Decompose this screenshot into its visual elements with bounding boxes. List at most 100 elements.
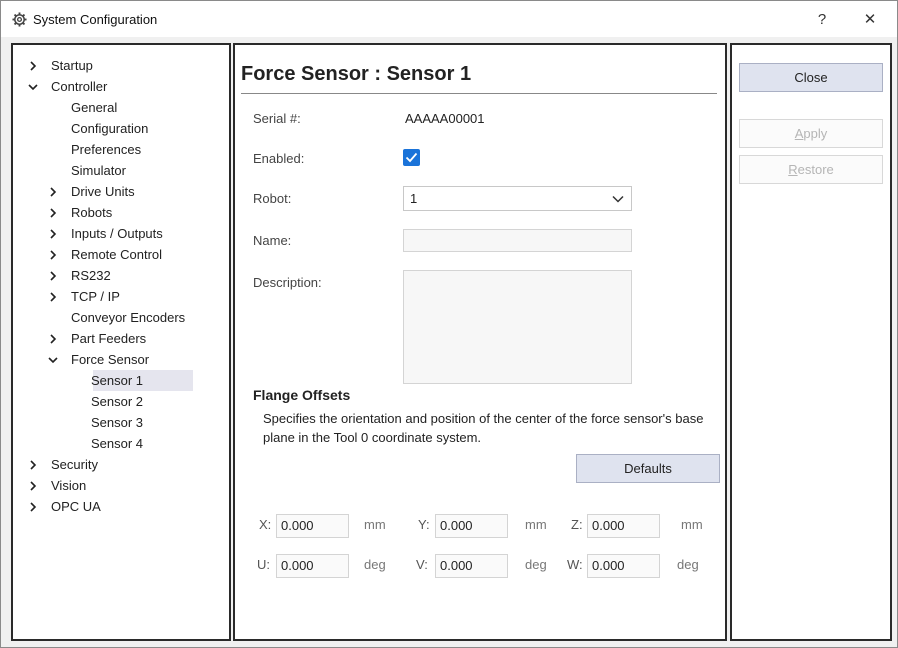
flange-offsets-title: Flange Offsets — [253, 387, 351, 403]
tree-item-remote-control[interactable]: Remote Control — [13, 244, 229, 265]
tree-item-label: Simulator — [71, 163, 126, 178]
chevron-right-icon[interactable] — [47, 328, 59, 349]
defaults-button[interactable]: Defaults — [576, 454, 720, 483]
tree-item-vision[interactable]: Vision — [13, 475, 229, 496]
tree-item-label: TCP / IP — [71, 289, 120, 304]
tree-item-label: Sensor 1 — [91, 373, 144, 388]
y-unit: mm — [525, 517, 547, 532]
robot-label: Robot: — [253, 191, 292, 206]
y-offset-input[interactable]: 0.000 — [435, 514, 508, 538]
tree-item-tcp-ip[interactable]: TCP / IP — [13, 286, 229, 307]
name-field[interactable] — [403, 229, 632, 252]
page-title: Force Sensor : Sensor 1 — [241, 63, 472, 85]
tree-item-label: RS232 — [71, 268, 111, 283]
apply-button-label: Apply — [794, 126, 828, 141]
description-label: Description: — [253, 275, 322, 290]
close-button[interactable]: Close — [739, 63, 883, 92]
chevron-right-icon[interactable] — [47, 244, 59, 265]
tree-item-startup[interactable]: Startup — [13, 55, 229, 76]
robot-select[interactable]: 1 — [403, 186, 632, 211]
y-label: Y: — [418, 517, 430, 532]
v-offset-input[interactable]: 0.000 — [435, 554, 508, 578]
name-label: Name: — [253, 233, 292, 248]
title-bar: System Configuration ? ✕ — [1, 1, 897, 37]
z-label: Z: — [571, 517, 583, 532]
checkmark-icon — [405, 152, 418, 163]
tree-item-sensor-4[interactable]: Sensor 4 — [13, 433, 229, 454]
enabled-checkbox[interactable] — [403, 149, 420, 166]
navigation-tree: Startup Controller General Configuration Pre… — [13, 55, 229, 517]
description-field[interactable] — [403, 270, 632, 384]
enabled-label: Enabled: — [253, 151, 305, 166]
tree-item-label: Remote Control — [71, 247, 163, 262]
chevron-right-icon[interactable] — [47, 223, 59, 244]
tree-item-label: Force Sensor — [71, 352, 150, 367]
tree-item-inputs-outputs[interactable]: Inputs / Outputs — [13, 223, 229, 244]
tree-item-label: General — [71, 100, 118, 115]
title-divider — [241, 93, 717, 94]
tree-item-simulator[interactable]: Simulator — [13, 160, 229, 181]
gear-icon — [11, 11, 27, 27]
chevron-right-icon[interactable] — [47, 286, 59, 307]
settings-pane: Force Sensor : Sensor 1 Serial #: AAAAA0… — [233, 43, 727, 641]
v-label: V: — [416, 557, 428, 572]
tree-item-sensor-2[interactable]: Sensor 2 — [13, 391, 229, 412]
x-unit: mm — [364, 517, 386, 532]
tree-item-label: Security — [51, 457, 98, 472]
chevron-down-icon[interactable] — [27, 76, 39, 97]
tree-item-part-feeders[interactable]: Part Feeders — [13, 328, 229, 349]
tree-item-drive-units[interactable]: Drive Units — [13, 181, 229, 202]
tree-item-label: Sensor 3 — [91, 415, 144, 430]
tree-item-sensor-3[interactable]: Sensor 3 — [13, 412, 229, 433]
u-offset-input[interactable]: 0.000 — [276, 554, 349, 578]
restore-button-label: Restore — [788, 162, 834, 177]
restore-button[interactable]: Restore — [739, 155, 883, 184]
chevron-down-icon — [612, 195, 624, 203]
tree-item-label: Sensor 2 — [91, 394, 144, 409]
v-unit: deg — [525, 557, 547, 572]
tree-item-rs232[interactable]: RS232 — [13, 265, 229, 286]
w-label: W: — [567, 557, 583, 572]
chevron-right-icon[interactable] — [47, 202, 59, 223]
u-unit: deg — [364, 557, 386, 572]
chevron-right-icon[interactable] — [27, 55, 39, 76]
tree-item-opc-ua[interactable]: OPC UA — [13, 496, 229, 517]
x-label: X: — [259, 517, 272, 532]
serial-value: AAAAA00001 — [405, 111, 485, 126]
chevron-right-icon[interactable] — [27, 496, 39, 517]
tree-item-label: Drive Units — [71, 184, 135, 199]
tree-item-general[interactable]: General — [13, 97, 229, 118]
window-title: System Configuration — [33, 11, 158, 27]
tree-item-controller[interactable]: Controller — [13, 76, 229, 97]
tree-item-label: OPC UA — [51, 499, 101, 514]
offsets-row-uvw: U: 0.000 deg V: 0.000 deg W: 0.000 deg — [235, 554, 725, 578]
tree-item-label: Vision — [51, 478, 87, 493]
x-offset-input[interactable]: 0.000 — [276, 514, 349, 538]
robot-select-value: 1 — [410, 191, 418, 206]
tree-item-conveyor-encoders[interactable]: Conveyor Encoders — [13, 307, 229, 328]
chevron-right-icon[interactable] — [47, 181, 59, 202]
tree-item-label: Sensor 4 — [91, 436, 144, 451]
w-offset-input[interactable]: 0.000 — [587, 554, 660, 578]
tree-item-configuration[interactable]: Configuration — [13, 118, 229, 139]
tree-item-preferences[interactable]: Preferences — [13, 139, 229, 160]
u-label: U: — [257, 557, 270, 572]
tree-item-label: Inputs / Outputs — [71, 226, 163, 241]
tree-item-label: Part Feeders — [71, 331, 147, 346]
navigation-tree-pane: Startup Controller General Configuration Pre… — [11, 43, 231, 641]
tree-item-security[interactable]: Security — [13, 454, 229, 475]
tree-item-robots[interactable]: Robots — [13, 202, 229, 223]
offsets-row-xyz: X: 0.000 mm Y: 0.000 mm Z: 0.000 mm — [235, 514, 725, 538]
tree-item-label: Controller — [51, 79, 108, 94]
chevron-right-icon[interactable] — [47, 265, 59, 286]
z-offset-input[interactable]: 0.000 — [587, 514, 660, 538]
help-button[interactable]: ? — [799, 1, 845, 37]
chevron-down-icon[interactable] — [47, 349, 59, 370]
w-unit: deg — [677, 557, 699, 572]
tree-item-force-sensor[interactable]: Force Sensor — [13, 349, 229, 370]
apply-button[interactable]: Apply — [739, 119, 883, 148]
tree-item-sensor-1[interactable]: Sensor 1 — [13, 370, 229, 391]
chevron-right-icon[interactable] — [27, 475, 39, 496]
close-window-button[interactable]: ✕ — [847, 1, 893, 37]
chevron-right-icon[interactable] — [27, 454, 39, 475]
